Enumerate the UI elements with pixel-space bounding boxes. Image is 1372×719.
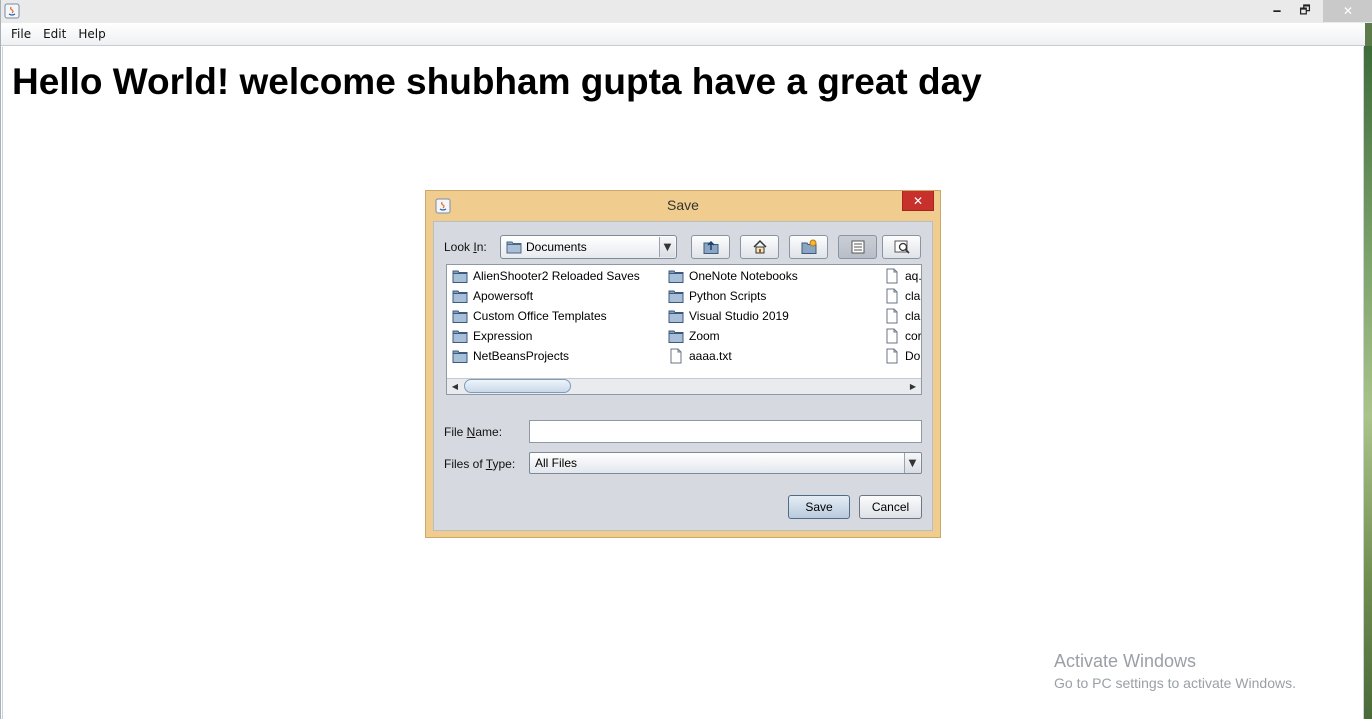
list-item[interactable]: cla [884,286,920,306]
chevron-down-icon[interactable]: ▼ [904,453,920,473]
list-item-label: OneNote Notebooks [689,269,798,283]
page-heading: Hello World! welcome shubham gupta have … [12,61,982,102]
list-item[interactable]: Python Scripts [668,286,766,306]
list-item[interactable]: NetBeansProjects [452,346,569,366]
folder-icon [668,308,684,324]
folder-icon [452,328,468,344]
list-item-label: cla [905,289,921,303]
folder-icon [668,268,684,284]
file-list[interactable]: AlienShooter2 Reloaded Saves Apowersoft Cu… [446,264,922,395]
dialog-titlebar[interactable]: Save ✕ [426,191,940,221]
list-item-label: aaaa.txt [689,349,732,363]
file-name-field[interactable] [529,420,922,443]
file-icon [884,348,900,364]
file-icon [884,308,900,324]
list-item[interactable]: Expression [452,326,532,346]
java-app-icon [4,3,20,19]
file-icon [668,348,684,364]
list-item-label: Expression [473,329,533,343]
list-item[interactable]: aq. [884,266,922,286]
menu-help[interactable]: Help [72,27,111,41]
maximize-icon: 🗗 [1299,2,1311,17]
home-button[interactable] [740,235,779,259]
new-folder-icon [801,239,816,254]
look-in-label: Look In: [444,240,487,254]
list-item[interactable]: Visual Studio 2019 [668,306,789,326]
file-icon [884,328,900,344]
list-item-label: cor [905,329,922,343]
file-icon [884,288,900,304]
details-view-icon [894,240,910,254]
list-item-label: Visual Studio 2019 [689,309,789,323]
files-of-type-label: Files of Type: [444,457,516,471]
chevron-down-icon[interactable]: ▼ [659,237,675,257]
files-of-type-value: All Files [535,456,578,470]
details-view-button[interactable] [882,235,921,259]
save-dialog: Save ✕ Look In: Documents ▼ AlienShooter… [425,190,941,538]
file-icon [884,268,900,284]
new-folder-button[interactable] [789,235,828,259]
save-button[interactable]: Save [788,495,850,519]
list-view-button[interactable] [838,235,877,259]
file-name-label: File Name: [444,425,503,439]
desktop-background [1364,46,1372,719]
list-item[interactable]: AlienShooter2 Reloaded Saves [452,266,640,286]
menubar: File Edit Help [1,23,1365,46]
minimize-icon: 🗕 [1272,2,1282,17]
scroll-left-icon[interactable]: ◀ [448,380,462,393]
list-item-label: AlienShooter2 Reloaded Saves [473,269,640,283]
scrollbar-thumb[interactable] [464,379,571,393]
list-item[interactable]: Custom Office Templates [452,306,607,326]
files-of-type-combo[interactable]: All Files ▼ [529,452,922,474]
watermark-subtitle: Go to PC settings to activate Windows. [1054,675,1296,691]
list-item-label: cla [905,309,921,323]
list-item-label: Python Scripts [689,289,767,303]
folder-icon [452,348,468,364]
maximize-button[interactable]: 🗗 [1291,0,1319,22]
close-button[interactable]: ✕ [1323,0,1372,22]
list-item[interactable]: cor [884,326,922,346]
menu-file[interactable]: File [5,27,37,41]
list-item-label: Apowersoft [473,289,534,303]
window-titlebar: 🗕 🗗 ✕ [1,0,1372,23]
cancel-button[interactable]: Cancel [859,495,922,519]
scroll-right-icon[interactable]: ▶ [906,380,920,393]
close-icon: ✕ [912,193,924,208]
minimize-button[interactable]: 🗕 [1263,0,1291,22]
list-item-label: Do [905,349,921,363]
close-icon: ✕ [1342,4,1354,18]
home-icon [752,239,767,254]
activation-watermark: Activate Windows Go to PC settings to ac… [1054,651,1296,691]
list-item[interactable]: cla [884,306,920,326]
folder-icon [668,288,684,304]
dialog-close-button[interactable]: ✕ [902,191,934,211]
list-item-label: Custom Office Templates [473,309,607,323]
folder-icon [452,308,468,324]
up-one-level-button[interactable] [691,235,730,259]
list-item[interactable]: Apowersoft [452,286,533,306]
folder-icon [506,241,522,254]
list-view-icon [851,240,864,254]
list-item-label: Zoom [689,329,720,343]
dialog-body: Look In: Documents ▼ AlienShooter2 Reloa… [433,221,933,531]
watermark-title: Activate Windows [1054,651,1197,671]
up-folder-icon [703,240,718,254]
list-item-label: aq. [905,269,922,283]
folder-icon [452,288,468,304]
list-item[interactable]: Do [884,346,920,366]
look-in-value: Documents [526,240,587,254]
list-item-label: NetBeansProjects [473,349,570,363]
dialog-title: Save [667,197,699,213]
menu-edit[interactable]: Edit [37,27,72,41]
list-item[interactable]: OneNote Notebooks [668,266,798,286]
folder-icon [668,328,684,344]
horizontal-scrollbar[interactable]: ◀ ▶ [447,378,921,394]
look-in-combo[interactable]: Documents ▼ [500,235,677,259]
folder-icon [452,268,468,284]
list-item[interactable]: Zoom [668,326,720,346]
list-item[interactable]: aaaa.txt [668,346,732,366]
